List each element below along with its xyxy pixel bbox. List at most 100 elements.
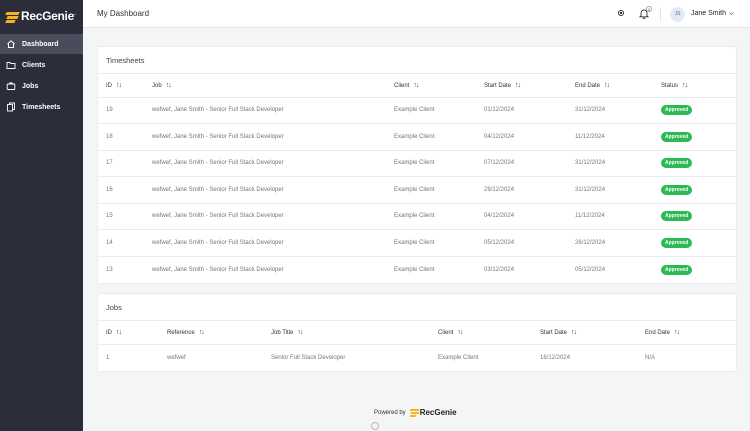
table-row[interactable]: 18 wefwef, Jane Smith - Senior Full Stac…: [98, 123, 736, 151]
col-job[interactable]: Job ↑↓: [152, 74, 394, 98]
sort-icon[interactable]: ↑↓: [604, 82, 610, 89]
sidebar-item-label: Dashboard: [22, 40, 59, 48]
sidebar-item-dashboard[interactable]: Dashboard: [0, 34, 83, 54]
sidebar-item-label: Clients: [22, 61, 46, 69]
sort-icon[interactable]: ↑↓: [166, 82, 172, 89]
cell-status: Approved: [661, 203, 736, 230]
status-badge: Approved: [661, 184, 693, 195]
cell-job: wefwef, Jane Smith - Senior Full Stack D…: [152, 266, 284, 273]
col-start-date[interactable]: Start Date ↑↓: [484, 74, 575, 98]
sort-icon[interactable]: ↑↓: [571, 329, 577, 336]
sidebar-item-jobs[interactable]: Jobs: [0, 76, 83, 96]
table-row[interactable]: 16 wefwef, Jane Smith - Senior Full Stac…: [98, 176, 736, 204]
powered-by-text: Powered by: [374, 409, 406, 416]
table-row[interactable]: 1 wefwef Senior Full Stack Developer Exa…: [98, 344, 736, 371]
sidebar-item-label: Timesheets: [22, 103, 61, 111]
help-icon[interactable]: [371, 422, 379, 430]
cell-job-title: Senior Full Stack Developer: [271, 354, 346, 361]
cell-job: wefwef, Jane Smith - Senior Full Stack D…: [152, 97, 394, 124]
col-end-date[interactable]: End Date ↑↓: [575, 74, 661, 98]
cell-end-date: 11/12/2024: [575, 203, 661, 230]
home-icon: [7, 40, 15, 48]
cell-job: wefwef, Jane Smith - Senior Full Stack D…: [152, 176, 394, 204]
sort-icon[interactable]: ↑↓: [674, 329, 680, 336]
cell-end-date: 11/12/2024: [575, 123, 661, 151]
sidebar-item-timesheets[interactable]: Timesheets: [0, 97, 83, 117]
cell-id: 17: [98, 150, 152, 177]
cell-client: Example Client: [394, 97, 484, 124]
cell-client: Example Client: [394, 123, 484, 151]
cell-status: Approved: [661, 123, 736, 151]
timesheets-card: Timesheets ID ↑↓ Job ↑↓ Client ↑↓ Start Dat…: [97, 46, 737, 284]
col-end-date[interactable]: End Date ↑↓: [645, 321, 736, 345]
chevron-down-icon[interactable]: [729, 11, 734, 16]
jobs-table: ID ↑↓ Reference ↑↓ Job Title ↑↓ Client ↑↓ St…: [98, 321, 736, 371]
col-start-date[interactable]: Start Date ↑↓: [540, 321, 645, 345]
cell-end-date: N/A: [645, 354, 656, 361]
cell-start-date: 05/12/2024: [484, 229, 575, 257]
table-row[interactable]: 14 wefwef, Jane Smith - Senior Full Stac…: [98, 229, 736, 257]
top-header: My Dashboard 0 JS Jane Smith: [83, 0, 750, 28]
sort-icon[interactable]: ↑↓: [457, 329, 463, 336]
table-row[interactable]: 17 wefwef, Jane Smith - Senior Full Stac…: [98, 150, 736, 177]
status-badge: Approved: [661, 131, 693, 142]
cell-client: Example Client: [394, 229, 484, 257]
avatar[interactable]: JS: [670, 7, 685, 22]
cell-status: Approved: [661, 150, 736, 177]
cell-job: wefwef, Jane Smith - Senior Full Stack D…: [152, 203, 394, 230]
col-id[interactable]: ID ↑↓: [98, 74, 152, 98]
sort-icon[interactable]: ↑↓: [199, 329, 205, 336]
cell-client: Example Client: [394, 203, 484, 230]
sort-icon[interactable]: ↑↓: [297, 329, 303, 336]
logo[interactable]: RecGenie.: [0, 0, 83, 32]
col-reference[interactable]: Reference ↑↓: [167, 321, 271, 345]
col-status[interactable]: Status ↑↓: [661, 74, 736, 98]
table-row[interactable]: 19 wefwef, Jane Smith - Senior Full Stac…: [98, 97, 736, 124]
table-row[interactable]: 15 wefwef, Jane Smith - Senior Full Stac…: [98, 203, 736, 230]
sort-icon[interactable]: ↑↓: [116, 82, 122, 89]
cell-client: Example Client: [394, 266, 435, 273]
cell-end-date: 31/12/2024: [575, 97, 661, 124]
user-name[interactable]: Jane Smith: [691, 10, 726, 17]
cell-reference: wefwef: [167, 354, 186, 361]
logo-text: RecGenie.: [21, 9, 76, 23]
table-row[interactable]: 13 wefwef, Jane Smith - Senior Full Stac…: [98, 256, 736, 283]
cell-start-date: 01/12/2024: [484, 97, 575, 124]
cell-end-date: 26/12/2024: [575, 229, 661, 257]
cell-id: 15: [98, 203, 152, 230]
sort-icon[interactable]: ↑↓: [515, 82, 521, 89]
cell-status: Approved: [661, 256, 736, 283]
header-divider: [660, 7, 661, 21]
cell-client: Example Client: [394, 150, 484, 177]
col-client[interactable]: Client ↑↓: [438, 321, 540, 345]
sort-icon[interactable]: ↑↓: [413, 82, 419, 89]
documents-icon: [7, 102, 15, 112]
cell-client: Example Client: [394, 176, 484, 204]
jobs-card: Jobs ID ↑↓ Reference ↑↓ Job Title ↑↓ Client…: [97, 293, 737, 372]
footer-brand[interactable]: RecGenie: [420, 408, 457, 417]
sort-icon[interactable]: ↑↓: [682, 82, 688, 89]
cell-client: Example Client: [438, 354, 479, 361]
cell-job: wefwef, Jane Smith - Senior Full Stack D…: [152, 229, 394, 257]
cell-end-date: 31/12/2024: [575, 150, 661, 177]
folder-icon: [6, 62, 16, 69]
theme-toggle-icon[interactable]: [618, 10, 624, 16]
col-client[interactable]: Client ↑↓: [394, 74, 484, 98]
table-header-row: ID ↑↓ Job ↑↓ Client ↑↓ Start Date ↑↓ End Dat…: [98, 74, 736, 98]
cell-end-date: 05/12/2024: [575, 266, 606, 273]
sidebar: RecGenie. Dashboard Clients Jobs Timeshe…: [0, 0, 83, 431]
col-id[interactable]: ID ↑↓: [98, 321, 167, 345]
sort-icon[interactable]: ↑↓: [116, 329, 122, 336]
status-badge: Approved: [661, 211, 693, 222]
cell-id: 13: [106, 266, 113, 273]
cell-id: 14: [98, 229, 152, 257]
cell-start-date: 28/12/2024: [484, 176, 575, 204]
col-job-title[interactable]: Job Title ↑↓: [271, 321, 438, 345]
sidebar-item-clients[interactable]: Clients: [0, 55, 83, 75]
cell-id: 1: [106, 354, 110, 361]
cell-job: wefwef, Jane Smith - Senior Full Stack D…: [152, 123, 394, 151]
cell-start-date: 04/12/2024: [484, 203, 575, 230]
notification-badge: 0: [646, 6, 652, 12]
page-title: My Dashboard: [97, 9, 150, 18]
cell-status: Approved: [661, 176, 736, 204]
